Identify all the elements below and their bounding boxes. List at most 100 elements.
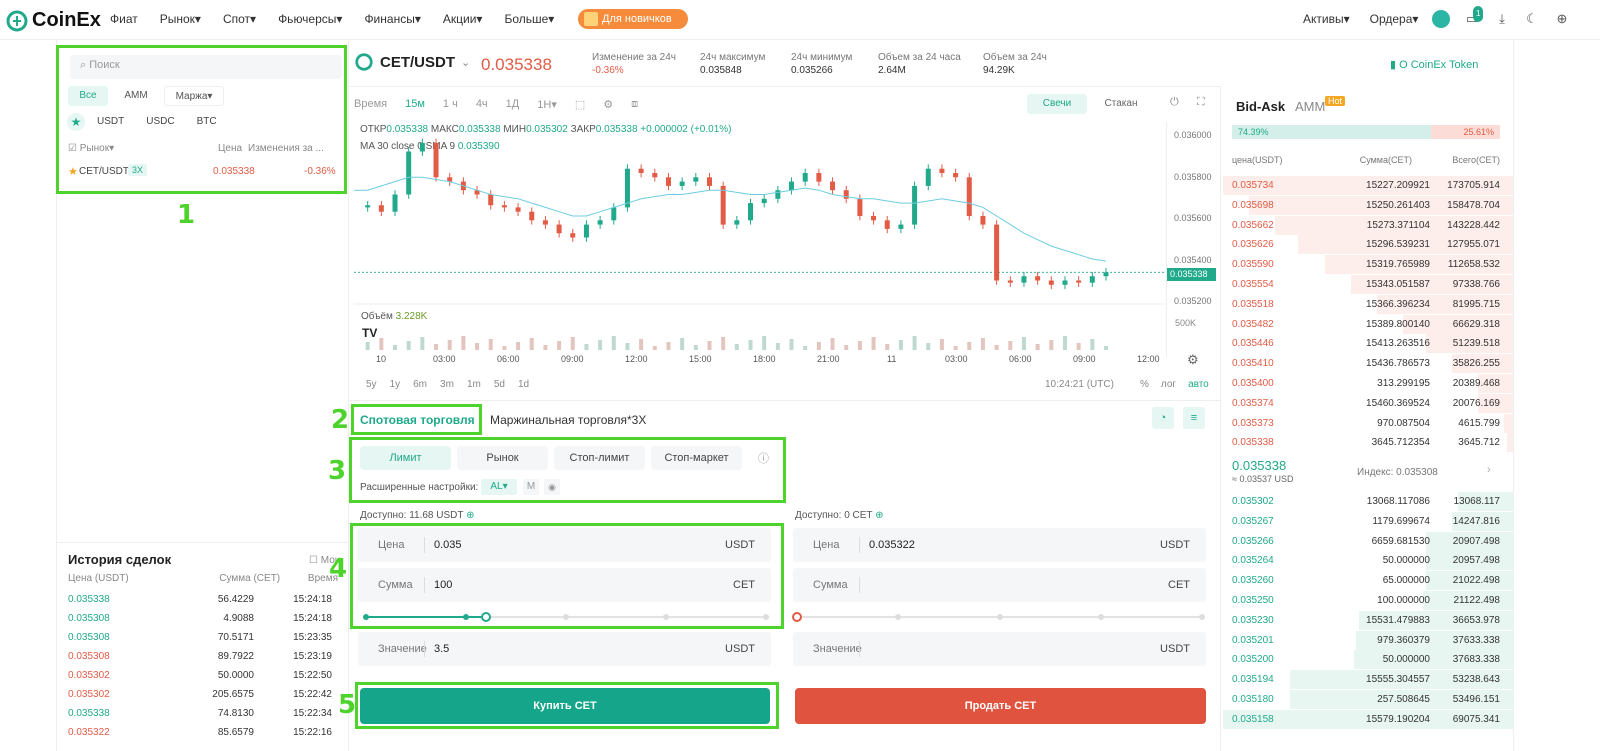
plus-circle-icon[interactable]: ⊕ bbox=[875, 510, 883, 521]
range-5y[interactable]: 5y bbox=[366, 379, 377, 390]
bid-row[interactable]: 0.035266 6659.681530 20907.498 bbox=[1223, 531, 1513, 552]
menu-finance[interactable]: Финансы▾ bbox=[364, 12, 420, 26]
sell-price-field[interactable]: Цена 0.035322 USDT bbox=[793, 528, 1206, 562]
bid-row[interactable]: 0.035194 15555.304557 53238.643 bbox=[1223, 670, 1513, 690]
bid-row[interactable]: 0.035230 15531.479883 36653.978 bbox=[1223, 610, 1513, 631]
slider-handle[interactable] bbox=[481, 612, 491, 622]
range-5d[interactable]: 5d bbox=[494, 379, 505, 390]
buy-amount-field[interactable]: Сумма 100 CET bbox=[358, 568, 771, 602]
sell-price-value[interactable]: 0.035322 bbox=[869, 539, 915, 551]
sell-amount-field[interactable]: Сумма CET bbox=[793, 568, 1206, 602]
interval-4h[interactable]: 4ч bbox=[476, 98, 488, 111]
bid-row[interactable]: 0.035267 1179.699674 14247.816 bbox=[1223, 511, 1513, 532]
sell-amount-slider[interactable] bbox=[792, 612, 1205, 622]
scale-auto[interactable]: авто bbox=[1188, 379, 1209, 390]
slider-step[interactable] bbox=[463, 614, 469, 620]
pie-chart-icon[interactable]: ◔ bbox=[1152, 407, 1174, 429]
favorite-star-icon[interactable]: ★ bbox=[68, 165, 78, 178]
ask-row[interactable]: 0.035518 15366.396234 81995.715 bbox=[1223, 294, 1513, 315]
ask-row[interactable]: 0.035734 15227.209921 173705.914 bbox=[1223, 176, 1513, 196]
scale-percent[interactable]: % bbox=[1140, 379, 1149, 390]
quote-btc[interactable]: BTC bbox=[197, 116, 217, 127]
range-6m[interactable]: 6m bbox=[413, 379, 427, 390]
col-price[interactable]: Цена bbox=[218, 143, 248, 154]
candles-view-button[interactable]: Свечи bbox=[1027, 94, 1087, 114]
col-market[interactable]: ☑ Рынок▾ bbox=[68, 143, 218, 154]
range-1y[interactable]: 1y bbox=[390, 379, 401, 390]
message-icon[interactable]: ▭ 1 bbox=[1464, 6, 1484, 27]
menu-fiat[interactable]: Фиат bbox=[110, 12, 138, 26]
bid-row[interactable]: 0.035180 257.508645 53496.151 bbox=[1223, 690, 1513, 710]
menu-stocks[interactable]: Акции▾ bbox=[443, 12, 483, 26]
order-type-stop-market[interactable]: Стоп-маркет bbox=[651, 446, 742, 470]
ask-row[interactable]: 0.035662 15273.371104 143228.442 bbox=[1223, 215, 1513, 236]
eye-icon[interactable]: ◉ bbox=[544, 479, 560, 495]
adv-m-toggle[interactable]: M bbox=[523, 479, 539, 495]
assets-menu[interactable]: Активы▾ bbox=[1303, 12, 1350, 26]
ask-row[interactable]: 0.035338 3645.712354 3645.712 bbox=[1223, 433, 1513, 453]
slider-step[interactable] bbox=[1199, 614, 1205, 620]
order-type-limit[interactable]: Лимит bbox=[360, 446, 451, 470]
menu-more[interactable]: Больше▾ bbox=[504, 12, 554, 26]
sliders-icon[interactable]: ≡ bbox=[1183, 407, 1205, 429]
bid-row[interactable]: 0.035200 50.000000 37683.338 bbox=[1223, 650, 1513, 670]
order-type-stop-limit[interactable]: Стоп-лимит bbox=[554, 446, 645, 470]
settings-gear-icon[interactable]: ⚙ bbox=[603, 98, 613, 111]
market-search-input[interactable]: ⌕ Поиск bbox=[70, 55, 342, 79]
slider-step[interactable] bbox=[1097, 614, 1104, 620]
tradingview-logo[interactable]: TV bbox=[362, 326, 386, 342]
buy-amount-slider[interactable] bbox=[363, 612, 769, 622]
ask-row[interactable]: 0.035410 15436.786573 35826.255 bbox=[1223, 354, 1513, 374]
ask-row[interactable]: 0.035400 313.299195 20389.468 bbox=[1223, 374, 1513, 394]
quote-usdt[interactable]: USDT bbox=[97, 116, 124, 127]
newbie-promo-button[interactable]: Для новичков bbox=[578, 9, 688, 29]
ask-row[interactable]: 0.035373 970.087504 4615.799 bbox=[1223, 413, 1513, 434]
ask-row[interactable]: 0.035698 15250.261403 158478.704 bbox=[1223, 195, 1513, 216]
buy-price-value[interactable]: 0.035 bbox=[434, 539, 462, 551]
scale-log[interactable]: лог bbox=[1161, 379, 1176, 390]
buy-value-value[interactable]: 3.5 bbox=[434, 643, 449, 655]
power-icon[interactable]: ⏻ bbox=[1170, 96, 1179, 109]
market-tab-all[interactable]: Все bbox=[68, 86, 108, 106]
download-icon[interactable]: ⤓ bbox=[1494, 11, 1510, 27]
tab-bid-ask[interactable]: Bid-Ask bbox=[1236, 99, 1285, 114]
interval-1w[interactable]: 1Н▾ bbox=[537, 98, 557, 111]
avatar[interactable] bbox=[1432, 10, 1450, 28]
bid-row[interactable]: 0.035260 65.000000 21022.498 bbox=[1223, 571, 1513, 591]
theme-moon-icon[interactable]: ☾ bbox=[1524, 11, 1540, 27]
market-tab-margin[interactable]: Маржа▾ bbox=[164, 86, 224, 106]
orders-menu[interactable]: Ордера▾ bbox=[1370, 12, 1419, 26]
chevron-right-icon[interactable]: › bbox=[1487, 464, 1491, 476]
bid-row[interactable]: 0.035250 100.000000 21122.498 bbox=[1223, 591, 1513, 611]
slider-step[interactable] bbox=[996, 614, 1003, 620]
slider-handle[interactable] bbox=[792, 612, 802, 622]
language-globe-icon[interactable]: ⊕ bbox=[1554, 11, 1570, 27]
slider-step[interactable] bbox=[895, 614, 902, 620]
col-change[interactable]: Изменения за ... bbox=[248, 143, 344, 154]
buy-price-field[interactable]: Цена 0.035 USDT bbox=[358, 528, 771, 562]
tab-spot-trading[interactable]: Спотовая торговля bbox=[360, 413, 475, 427]
quote-usdc[interactable]: USDC bbox=[146, 116, 174, 127]
favorite-star-icon[interactable]: ★ bbox=[67, 113, 85, 131]
ask-row[interactable]: 0.035446 15413.263516 51239.518 bbox=[1223, 334, 1513, 354]
chart-area[interactable]: ОТКР0.035338 МАКС0.035338 МИН0.035302 ЗА… bbox=[354, 122, 1166, 352]
market-row-cet-usdt[interactable]: ★ CET/USDT 3X 0.035338 -0.36% bbox=[58, 160, 344, 182]
interval-1d[interactable]: 1Д bbox=[506, 98, 520, 111]
bid-row[interactable]: 0.035201 979.360379 37633.338 bbox=[1223, 630, 1513, 651]
pair-selector[interactable]: CET/USDT ⌄ bbox=[354, 52, 470, 72]
ask-row[interactable]: 0.035482 15389.800140 66629.318 bbox=[1223, 314, 1513, 335]
buy-value-field[interactable]: Значение 3.5 USDT bbox=[358, 632, 771, 666]
slider-step[interactable] bbox=[563, 614, 569, 620]
order-type-market[interactable]: Рынок bbox=[457, 446, 548, 470]
depth-view-button[interactable]: Стакан bbox=[1091, 94, 1151, 114]
buy-amount-value[interactable]: 100 bbox=[434, 579, 452, 591]
range-3m[interactable]: 3m bbox=[440, 379, 454, 390]
tab-amm[interactable]: AMM bbox=[1295, 99, 1325, 114]
buy-cet-button[interactable]: Купить CET bbox=[360, 688, 770, 724]
slider-step[interactable] bbox=[663, 614, 669, 620]
indicator-icon[interactable]: ⧈ bbox=[631, 98, 638, 111]
menu-market[interactable]: Рынок▾ bbox=[160, 12, 201, 26]
slider-step[interactable] bbox=[363, 614, 369, 620]
adv-al-dropdown[interactable]: AL▾ bbox=[481, 479, 517, 495]
interval-1h[interactable]: 1 ч bbox=[443, 98, 458, 111]
